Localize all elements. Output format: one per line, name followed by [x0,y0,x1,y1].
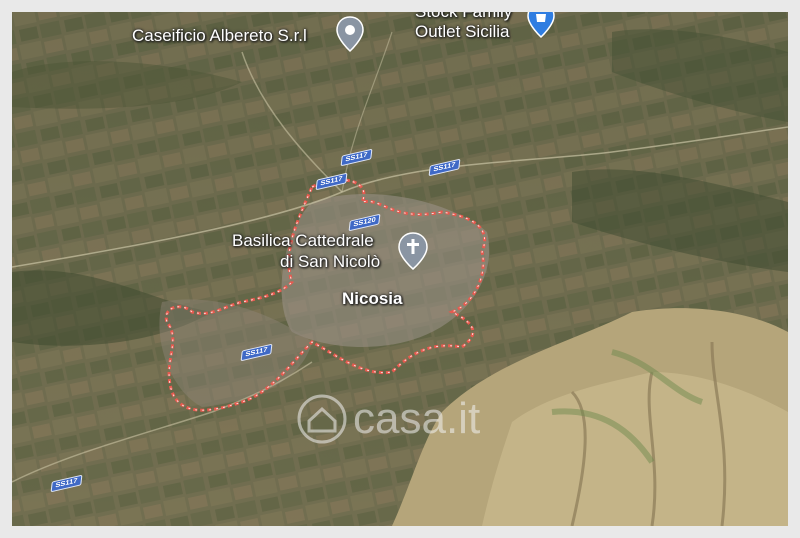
watermark-text: casa.it [353,394,481,443]
place-label-outlet-top[interactable]: Stock Family [415,12,512,22]
place-label-basilica[interactable]: Basilica Cattedrale [232,231,374,251]
church-pin-icon[interactable] [398,232,428,270]
place-label-outlet[interactable]: Outlet Sicilia [415,22,509,42]
town-label-nicosia[interactable]: Nicosia [342,289,402,309]
satellite-map[interactable]: SS117 SS117 SS117 SS120 SS117 SS117 Case… [12,12,788,526]
casa-it-watermark: casa.it [297,394,480,444]
house-logo-icon [297,394,347,444]
place-label-basilica-line2[interactable]: di San Nicolò [280,252,380,272]
shopping-pin-icon[interactable] [527,12,555,38]
place-pin-icon[interactable] [336,16,364,52]
place-label-caseificio[interactable]: Caseificio Albereto S.r.l [132,26,307,46]
